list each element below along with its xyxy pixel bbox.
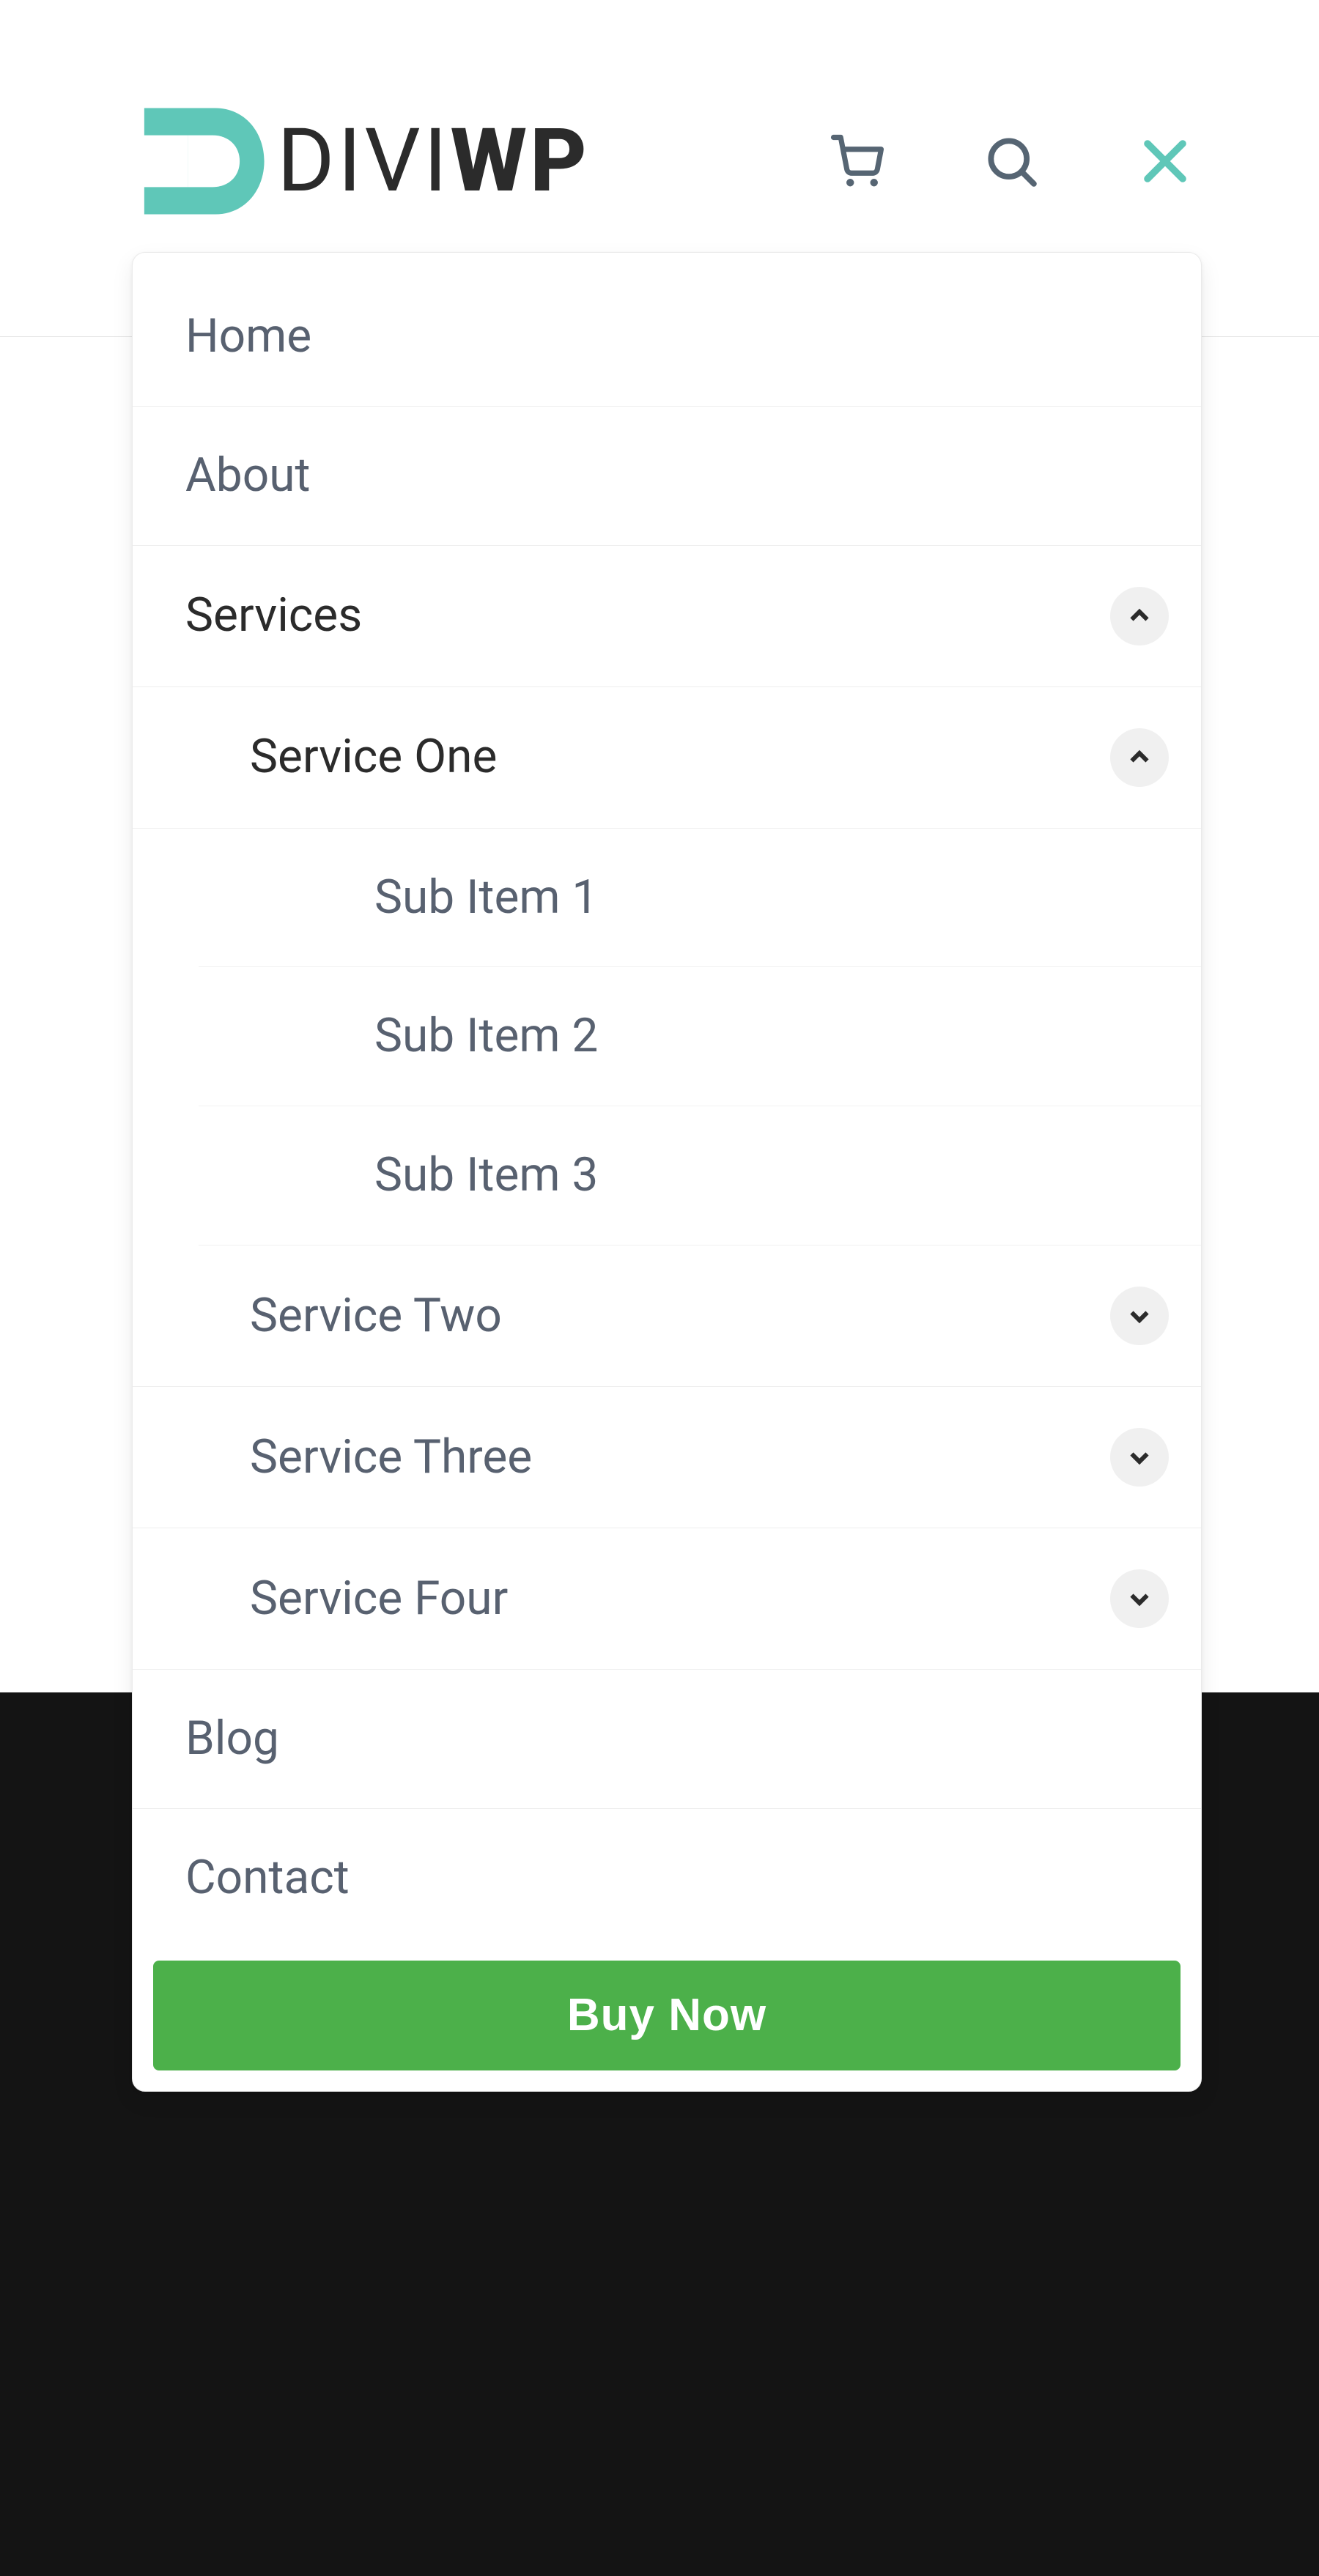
menu-item-label: Service Two <box>250 1288 502 1344</box>
logo-text-right: WP <box>450 110 589 212</box>
menu-item-label: About <box>185 448 310 504</box>
page-root: DIVIWP <box>0 0 1319 2576</box>
cta-wrap: Buy Now <box>133 1947 1201 2070</box>
submenu-item-service-two[interactable]: Service Two <box>133 1246 1201 1387</box>
menu-item-about[interactable]: About <box>133 407 1201 546</box>
menu-item-label: Home <box>185 308 311 365</box>
brand-logo[interactable]: DIVIWP <box>132 103 590 220</box>
chevron-up-icon[interactable] <box>1110 587 1169 645</box>
chevron-down-icon[interactable] <box>1110 1287 1169 1345</box>
mobile-menu-panel: Home About Services Service One Sub Item… <box>132 252 1202 2092</box>
submenu-item-service-four[interactable]: Service Four <box>133 1528 1201 1670</box>
submenu-item-service-one[interactable]: Service One <box>133 687 1201 829</box>
menu-item-label: Service Four <box>250 1571 508 1627</box>
subsubmenu-item-3[interactable]: Sub Item 3 <box>199 1106 1201 1246</box>
buy-now-button[interactable]: Buy Now <box>153 1961 1181 2070</box>
menu-item-label: Services <box>185 588 362 644</box>
menu-item-label: Sub Item 2 <box>374 1008 598 1065</box>
cart-icon[interactable] <box>821 125 894 198</box>
submenu-item-service-three[interactable]: Service Three <box>133 1387 1201 1528</box>
logo-mark-icon <box>132 103 271 220</box>
chevron-up-icon[interactable] <box>1110 728 1169 787</box>
menu-item-label: Service One <box>250 729 497 785</box>
header-icons <box>821 125 1202 198</box>
menu-item-services[interactable]: Services <box>133 546 1201 687</box>
menu-item-blog[interactable]: Blog <box>133 1670 1201 1809</box>
menu-item-label: Contact <box>185 1850 350 1906</box>
logo-text-left: DIVI <box>277 110 450 212</box>
subsubmenu-item-2[interactable]: Sub Item 2 <box>199 967 1201 1106</box>
chevron-down-icon[interactable] <box>1110 1428 1169 1487</box>
chevron-down-icon[interactable] <box>1110 1569 1169 1628</box>
menu-item-label: Sub Item 3 <box>374 1147 598 1204</box>
menu-item-contact[interactable]: Contact <box>133 1809 1201 1947</box>
menu-item-home[interactable]: Home <box>133 267 1201 407</box>
menu-item-label: Service Three <box>250 1429 532 1486</box>
menu-item-label: Blog <box>185 1711 279 1767</box>
menu-item-label: Sub Item 1 <box>374 870 598 926</box>
subsubmenu-item-1[interactable]: Sub Item 1 <box>199 829 1201 968</box>
close-icon[interactable] <box>1128 125 1202 198</box>
search-icon[interactable] <box>975 125 1048 198</box>
logo-text: DIVIWP <box>277 110 590 212</box>
